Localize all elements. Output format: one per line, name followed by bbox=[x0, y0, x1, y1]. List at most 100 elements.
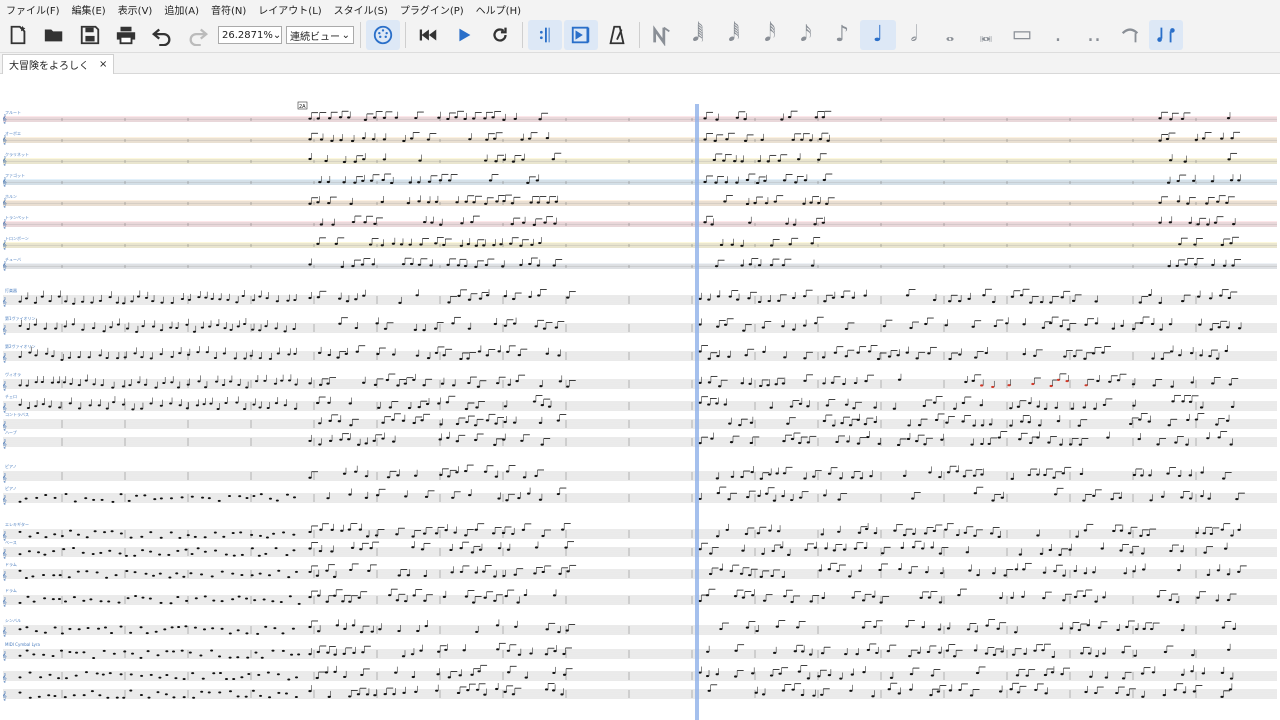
menu-item-6[interactable]: スタイル(S) bbox=[328, 2, 394, 17]
longa-icon[interactable]: ▭ bbox=[1004, 20, 1040, 50]
open-button[interactable] bbox=[37, 20, 71, 50]
close-icon[interactable]: × bbox=[99, 59, 107, 70]
note-head bbox=[769, 674, 774, 677]
note-head bbox=[417, 181, 421, 184]
score-canvas[interactable]: フルート 𝄞 オーボエ 𝄞 クラリネット 𝄞 ファゴット 𝄞 ホルン 𝄞 トランペット 𝄞 トロンボーン… bbox=[0, 74, 1280, 720]
note-head bbox=[1229, 179, 1234, 182]
note-head bbox=[802, 324, 807, 327]
quarter-note-icon[interactable]: ♩ bbox=[860, 20, 896, 50]
note-head bbox=[74, 674, 78, 677]
note-head bbox=[18, 569, 22, 572]
note-head bbox=[369, 179, 374, 182]
note-head bbox=[90, 690, 94, 693]
note-head bbox=[451, 322, 455, 325]
note-head bbox=[285, 554, 289, 557]
view-mode-select[interactable]: 連続ビュー ⌄ bbox=[286, 26, 354, 44]
menu-item-1[interactable]: 編集(E) bbox=[66, 2, 112, 17]
note-head bbox=[424, 495, 429, 498]
note-head bbox=[73, 500, 77, 503]
note-head bbox=[820, 652, 825, 655]
dot-icon[interactable]: . bbox=[1040, 20, 1076, 50]
menu-item-4[interactable]: 音符(N) bbox=[205, 2, 252, 17]
zoom-select[interactable]: 26.2871% ⌄ bbox=[218, 26, 282, 44]
half-note-icon[interactable]: 𝅗𝅥 bbox=[896, 20, 932, 50]
8th-note-icon[interactable]: 𝅘𝅥𝅯 bbox=[788, 20, 824, 50]
rewind-button[interactable] bbox=[411, 20, 445, 50]
menu-item-5[interactable]: レイアウト(L) bbox=[252, 2, 327, 17]
note-head bbox=[750, 470, 754, 474]
save-button[interactable] bbox=[73, 20, 107, 50]
note-head bbox=[782, 179, 787, 182]
note-head bbox=[327, 201, 331, 205]
note-head bbox=[552, 264, 556, 267]
64th-note-icon[interactable]: 𝅘𝅥𝅲 bbox=[680, 20, 716, 50]
double-dot-icon[interactable]: .. bbox=[1076, 20, 1112, 50]
note-head bbox=[238, 495, 242, 498]
note-head bbox=[107, 600, 111, 603]
clef-icon: 𝄞 bbox=[2, 381, 7, 390]
note-head bbox=[938, 651, 942, 654]
new-score-button[interactable] bbox=[1, 20, 35, 50]
play-repeats-button[interactable] bbox=[528, 20, 562, 50]
menu-item-2[interactable]: 表示(V) bbox=[112, 2, 159, 17]
note-head bbox=[149, 673, 153, 676]
whole-note-icon[interactable]: 𝅝 bbox=[932, 20, 968, 50]
metronome-button[interactable] bbox=[600, 20, 634, 50]
note-head bbox=[360, 263, 364, 266]
note-head bbox=[297, 602, 301, 605]
note-head bbox=[409, 137, 414, 140]
note-head bbox=[1182, 691, 1186, 694]
note-head bbox=[455, 440, 459, 443]
note-head bbox=[447, 676, 451, 679]
note-head bbox=[200, 690, 204, 693]
note-head bbox=[48, 673, 52, 676]
breve-icon[interactable]: 𝅜 bbox=[968, 20, 1004, 50]
note-head bbox=[438, 179, 442, 182]
undo-button[interactable] bbox=[145, 20, 179, 50]
note-input-button[interactable] bbox=[645, 20, 679, 50]
note-head bbox=[1137, 437, 1141, 441]
note-head bbox=[503, 420, 507, 424]
note-head bbox=[287, 678, 291, 681]
note-head bbox=[18, 601, 22, 604]
note-head bbox=[294, 695, 298, 698]
32nd-note-icon[interactable]: 𝅘𝅥𝅱 bbox=[716, 20, 752, 50]
note-head bbox=[1138, 418, 1142, 421]
eighth-note-icon[interactable]: ♪ bbox=[824, 20, 860, 50]
play-button[interactable] bbox=[447, 20, 481, 50]
redo-button[interactable] bbox=[181, 20, 215, 50]
note-head bbox=[100, 498, 104, 501]
tie-button[interactable] bbox=[1113, 20, 1147, 50]
note-head bbox=[44, 493, 48, 496]
note-head bbox=[861, 626, 865, 629]
score-view[interactable]: フルート𝄞オーボエ𝄞クラリネット𝄞ファゴット𝄞ホルン𝄞トランペット𝄞トロンボーン… bbox=[0, 74, 1280, 720]
note-head bbox=[540, 443, 544, 446]
menu-item-0[interactable]: ファイル(F) bbox=[0, 2, 66, 17]
note-head bbox=[190, 495, 194, 498]
print-button[interactable] bbox=[109, 20, 143, 50]
mixer-button[interactable] bbox=[366, 20, 400, 50]
note-head bbox=[184, 625, 188, 628]
score-tab[interactable]: 大冒険をよろしく × bbox=[2, 54, 115, 74]
pan-score-button[interactable] bbox=[564, 20, 598, 50]
loop-button[interactable] bbox=[483, 20, 517, 50]
note-head bbox=[787, 116, 792, 119]
menu-item-8[interactable]: ヘルプ(H) bbox=[470, 2, 527, 17]
note-head bbox=[906, 437, 911, 441]
note-head bbox=[1084, 690, 1088, 694]
menu-item-7[interactable]: プラグイン(P) bbox=[394, 2, 470, 17]
note-head bbox=[358, 528, 362, 531]
note-head bbox=[118, 552, 122, 555]
note-head bbox=[25, 626, 29, 629]
menu-item-3[interactable]: 追加(A) bbox=[158, 2, 205, 17]
note-head bbox=[18, 676, 22, 679]
note-head bbox=[474, 244, 478, 247]
note-head bbox=[509, 242, 513, 245]
note-head bbox=[175, 326, 179, 329]
16th-note-icon[interactable]: 𝅘𝅥𝅰 bbox=[752, 20, 788, 50]
note-head bbox=[274, 547, 278, 550]
note-head bbox=[707, 381, 712, 384]
flip-direction-icon bbox=[1157, 27, 1175, 43]
note-head bbox=[542, 327, 547, 330]
flip-direction-button[interactable] bbox=[1149, 20, 1183, 50]
